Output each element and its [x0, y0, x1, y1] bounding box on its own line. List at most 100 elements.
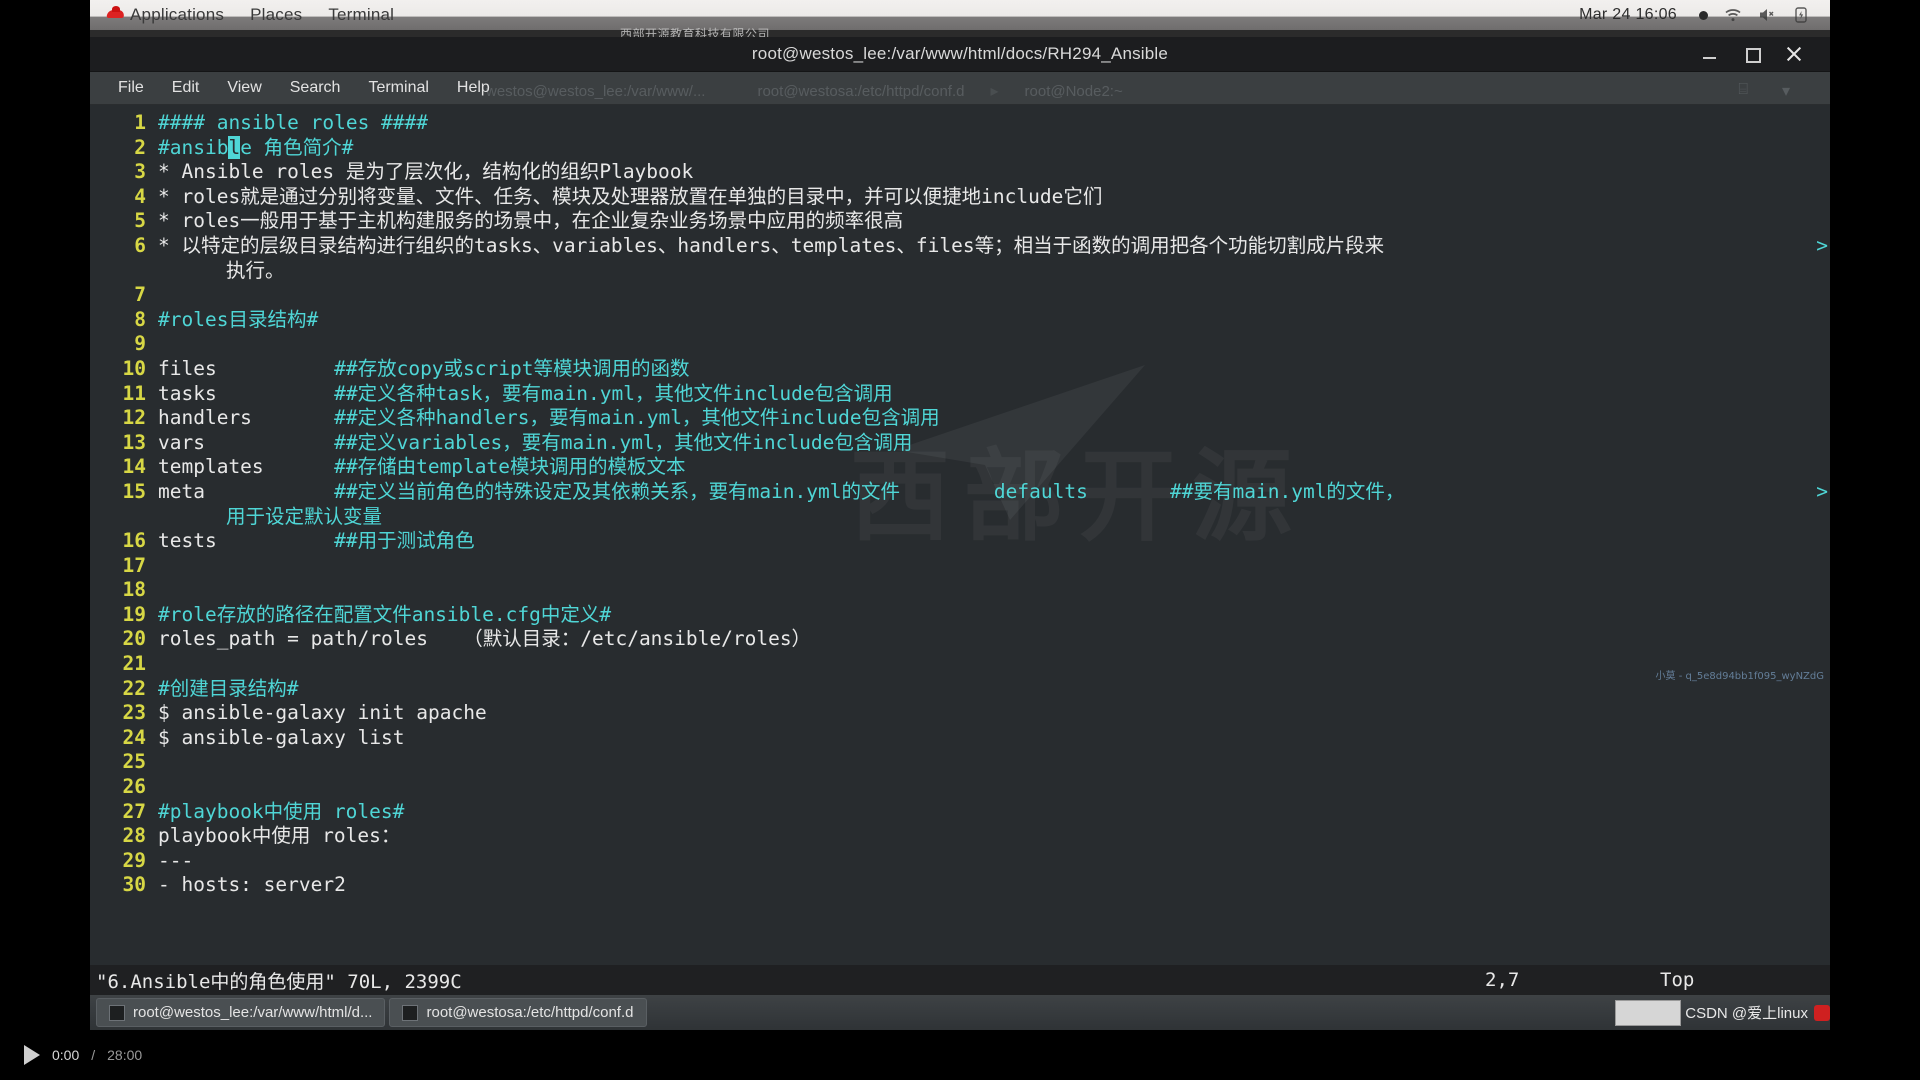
code-segment: ##定义当前角色的特殊设定及其依赖关系，要有main.yml的文件 defaul… [334, 479, 1405, 503]
vim-line: 19 #role存放的路径在配置文件ansible.cfg中定义# [90, 603, 1830, 628]
code-segment: ##定义各种handlers，要有main.yml，其他文件include包含调… [334, 406, 940, 430]
taskbar-item-1[interactable]: root@westosa:/etc/httpd/conf.d [389, 998, 647, 1027]
letterbox-right [1830, 0, 1920, 1030]
line-content: * 以特定的层级目录结构进行组织的tasks、variables、handler… [158, 234, 1830, 259]
play-button[interactable] [24, 1045, 40, 1065]
taskbar-item-1-label: root@westosa:/etc/httpd/conf.d [426, 1004, 634, 1021]
csdn-watermark: CSDN @爱上linux [1685, 1002, 1830, 1023]
menu-file[interactable]: File [104, 76, 158, 100]
vim-line: 8 #roles目录结构# [90, 308, 1830, 333]
line-number: 21 [122, 652, 146, 676]
line-content: - hosts: server2 [158, 873, 1830, 898]
code-segment: files [158, 356, 335, 380]
maximize-button[interactable] [1744, 46, 1761, 63]
line-number: 13 [122, 430, 146, 454]
vim-line: 28 playbook中使用 roles： [90, 824, 1830, 849]
applications-menu[interactable]: Applications [106, 0, 224, 30]
panel-clock[interactable]: Mar 24 16:06 [1579, 6, 1677, 24]
code-segment: playbook中使用 roles： [158, 824, 401, 848]
line-content [158, 332, 1830, 357]
redhat-icon [106, 6, 126, 20]
vim-line: 4 * roles就是通过分别将变量、文件、任务、模块及处理器放置在单独的目录中，… [90, 185, 1830, 210]
menu-view[interactable]: View [213, 76, 275, 100]
vim-line: 11 tasks ##定义各种task，要有main.yml，其他文件includ… [90, 382, 1830, 407]
vim-editor-area[interactable]: 西部开源 小莫 - q_5e8d94bb1f095_wyNZdG 1#### a… [90, 105, 1830, 965]
video-player-controls: 0:00 / 28:00 [0, 1030, 1920, 1080]
vim-line: 5 * roles一般用于基于主机构建服务的场景中，在企业复杂业务场景中应用的频率… [90, 209, 1830, 234]
line-content: --- [158, 849, 1830, 874]
code-segment: * 以特定的层级目录结构进行组织的tasks、variables、handler… [158, 233, 1385, 257]
line-content [158, 554, 1830, 579]
terminal-icon [402, 1004, 419, 1021]
code-segment: #playbook中使用 roles# [158, 799, 405, 823]
record-dot-icon [1699, 10, 1708, 20]
line-content: * roles就是通过分别将变量、文件、任务、模块及处理器放置在单独的目录中，并… [158, 185, 1830, 210]
line-content [158, 283, 1830, 308]
window-list-taskbar: root@westos_lee:/var/www/html/d... root@… [90, 995, 1830, 1030]
line-content: #role存放的路径在配置文件ansible.cfg中定义# [158, 603, 1830, 628]
vim-line: 25 [90, 750, 1830, 775]
line-number [90, 505, 158, 530]
line-content: * Ansible roles 是为了层次化，结构化的组织Playbook [158, 160, 1830, 185]
vim-line: 2 #ansible 角色简介# [90, 135, 1830, 161]
line-content: 执行。 [158, 259, 1830, 284]
line-content: roles_path = path/roles （默认目录：/etc/ansib… [158, 627, 1830, 652]
line-number: 16 [122, 529, 146, 553]
line-content [158, 750, 1830, 775]
vim-line: 10 files ##存放copy或script等模块调用的函数 [90, 357, 1830, 382]
vim-line: 29 --- [90, 849, 1830, 874]
code-segment: #ansib [158, 135, 229, 159]
volume-muted-icon[interactable] [1758, 6, 1776, 24]
minimize-button[interactable] [1702, 46, 1718, 62]
vim-line: 26 [90, 775, 1830, 800]
taskbar-item-0[interactable]: root@westos_lee:/var/www/html/d... [96, 998, 386, 1027]
code-segment: * roles一般用于基于主机构建服务的场景中，在企业复杂业务场景中应用的频率很… [158, 209, 904, 233]
menu-edit[interactable]: Edit [158, 76, 214, 100]
vim-status-line: "6.Ansible中的角色使用" 70L, 2399C 2,7 Top [90, 965, 1830, 995]
code-segment: tests [158, 529, 335, 553]
menu-help[interactable]: Help [443, 76, 504, 100]
terminal-menu[interactable]: Terminal [328, 0, 394, 30]
vim-line: 22 #创建目录结构# [90, 677, 1830, 702]
csdn-watermark-label: CSDN @爱上linux [1685, 1005, 1808, 1022]
line-number: 6 [134, 233, 146, 257]
terminal-icon [109, 1004, 125, 1021]
code-segment: --- [158, 848, 194, 872]
gnome-desktop: Applications Places Terminal Mar 24 16:0… [90, 0, 1830, 1030]
line-content: tasks ##定义各种task，要有main.yml，其他文件include包… [158, 382, 1830, 407]
terminal-menubar: File Edit View Search Terminal Help [90, 72, 1830, 105]
line-number: 18 [122, 578, 146, 602]
menu-search[interactable]: Search [276, 76, 355, 100]
code-segment: $ ansible-galaxy list [158, 725, 405, 749]
battery-charging-icon[interactable] [1792, 6, 1810, 24]
line-number: 19 [122, 602, 146, 626]
line-number: 1 [134, 111, 146, 134]
line-number [90, 259, 158, 284]
vim-line: 18 [90, 578, 1830, 603]
status-scroll-indicator: Top [1660, 969, 1695, 991]
line-number: 12 [122, 406, 146, 430]
code-segment: - hosts: server2 [158, 873, 346, 897]
wifi-icon[interactable] [1724, 6, 1742, 24]
code-segment: ##定义variables，要有main.yml，其他文件include包含调用 [334, 430, 913, 454]
code-segment: 执行。 [226, 258, 285, 282]
line-wrap-marker: > [1816, 233, 1828, 257]
line-number: 11 [122, 381, 146, 405]
close-button[interactable] [1786, 46, 1802, 62]
places-menu[interactable]: Places [250, 0, 302, 30]
workspace-switcher[interactable] [1615, 999, 1682, 1026]
taskbar-item-0-label: root@westos_lee:/var/www/html/d... [133, 1004, 373, 1021]
line-content: #### ansible roles #### [158, 111, 1830, 136]
line-content: #创建目录结构# [158, 677, 1830, 702]
text-cursor: l [228, 135, 241, 159]
vim-line: 13 vars ##定义variables，要有main.yml，其他文件incl… [90, 431, 1830, 456]
code-segment: templates [158, 455, 335, 479]
vim-line: 3 * Ansible roles 是为了层次化，结构化的组织Playbook [90, 160, 1830, 185]
code-segment: #roles目录结构# [158, 307, 319, 331]
vim-line: 27 #playbook中使用 roles# [90, 800, 1830, 825]
code-segment: * roles就是通过分别将变量、文件、任务、模块及处理器放置在单独的目录中，并… [158, 184, 1103, 208]
code-segment: vars [158, 430, 335, 454]
menu-terminal[interactable]: Terminal [354, 76, 442, 100]
line-number: 7 [134, 283, 146, 307]
line-number: 28 [122, 824, 146, 848]
